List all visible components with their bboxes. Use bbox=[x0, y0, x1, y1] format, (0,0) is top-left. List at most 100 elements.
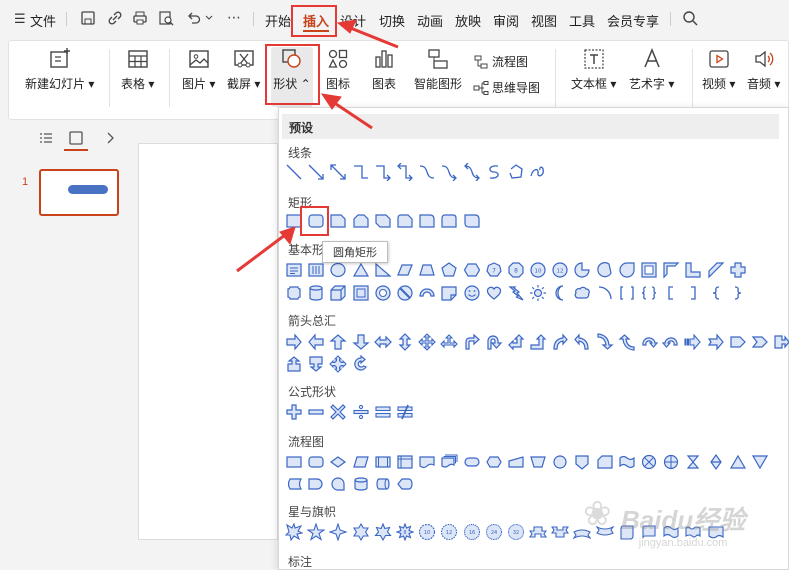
merge-shape-icon[interactable] bbox=[751, 453, 769, 471]
down-arrow-callout-shape-icon[interactable] bbox=[307, 355, 325, 373]
summing-junction-shape-icon[interactable] bbox=[640, 453, 658, 471]
smart-shape-button[interactable]: 智能图形 bbox=[414, 47, 462, 92]
tab-slideshow[interactable]: 放映 bbox=[455, 11, 481, 30]
triangle-shape-icon[interactable] bbox=[352, 261, 370, 279]
punched-card-shape-icon[interactable] bbox=[596, 453, 614, 471]
plus-shape-icon[interactable] bbox=[285, 403, 303, 421]
left-arrow-shape-icon[interactable] bbox=[307, 333, 325, 351]
data-shape-icon[interactable] bbox=[352, 453, 370, 471]
off-page-connector-shape-icon[interactable] bbox=[573, 453, 591, 471]
chord-shape-icon[interactable] bbox=[596, 261, 614, 279]
dodecagon-shape-icon[interactable]: 12 bbox=[551, 261, 569, 279]
preparation-shape-icon[interactable] bbox=[485, 453, 503, 471]
star-7-point-shape-icon[interactable] bbox=[374, 523, 392, 541]
alternate-process-shape-icon[interactable] bbox=[307, 453, 325, 471]
double-brace-shape-icon[interactable] bbox=[640, 284, 658, 302]
undo-icon[interactable] bbox=[186, 10, 202, 26]
outline-view-icon[interactable] bbox=[38, 130, 54, 146]
left-right-up-arrow-shape-icon[interactable] bbox=[440, 333, 459, 351]
plaque-shape-icon[interactable] bbox=[285, 284, 303, 302]
sort-shape-icon[interactable] bbox=[707, 453, 725, 471]
undo-dropdown-icon[interactable] bbox=[205, 15, 213, 21]
text-box-shape-icon[interactable] bbox=[285, 261, 303, 279]
elbow-double-arrow-shape-icon[interactable] bbox=[396, 163, 414, 181]
manual-input-shape-icon[interactable] bbox=[507, 453, 525, 471]
circular-left-arrow-shape-icon[interactable] bbox=[662, 333, 680, 351]
slide-canvas[interactable] bbox=[138, 143, 278, 540]
arc-shape-icon[interactable] bbox=[596, 284, 614, 302]
star-10-point-shape-icon[interactable]: 10 bbox=[418, 523, 436, 541]
tab-review[interactable]: 审阅 bbox=[493, 11, 519, 30]
slide-thumbnail[interactable] bbox=[39, 169, 119, 216]
wordart-button[interactable]: 艺术字 ▾ bbox=[629, 47, 674, 92]
slide-view-icon[interactable] bbox=[68, 130, 84, 146]
frame-shape-icon[interactable] bbox=[640, 261, 658, 279]
stored-data-shape-icon[interactable] bbox=[285, 475, 303, 493]
smiley-face-shape-icon[interactable] bbox=[463, 284, 481, 302]
right-bracket-shape-icon[interactable] bbox=[684, 284, 702, 302]
table-button[interactable]: 表格 ▾ bbox=[121, 47, 154, 92]
multidocument-shape-icon[interactable] bbox=[440, 453, 458, 471]
star-6-point-shape-icon[interactable] bbox=[352, 523, 370, 541]
heart-shape-icon[interactable] bbox=[485, 284, 503, 302]
donut-shape-icon[interactable] bbox=[374, 284, 392, 302]
double-bracket-shape-icon[interactable] bbox=[618, 284, 636, 302]
pie-shape-icon[interactable] bbox=[573, 261, 591, 279]
cloud-shape-icon[interactable] bbox=[573, 284, 591, 302]
scribble-shape-icon[interactable] bbox=[529, 163, 547, 181]
round-single-corner-rectangle-icon[interactable] bbox=[418, 212, 436, 230]
pentagon-shape-icon[interactable] bbox=[440, 261, 458, 279]
circular-arrow-shape-icon[interactable] bbox=[640, 333, 658, 351]
elbow-connector-shape-icon[interactable] bbox=[352, 163, 370, 181]
magnetic-disk-shape-icon[interactable] bbox=[352, 475, 370, 493]
search-icon[interactable] bbox=[682, 10, 698, 26]
hamburger-icon[interactable]: ☰ bbox=[14, 11, 26, 27]
chevron-shape-icon[interactable] bbox=[751, 333, 769, 351]
up-ribbon-shape-icon[interactable] bbox=[529, 523, 548, 541]
snip-single-corner-rectangle-icon[interactable] bbox=[329, 212, 347, 230]
heptagon-shape-icon[interactable]: 7 bbox=[485, 261, 503, 279]
bent-arrow-shape-icon[interactable] bbox=[463, 333, 481, 351]
flowchart-button[interactable]: 流程图 bbox=[473, 53, 528, 70]
quad-arrow-shape-icon[interactable] bbox=[418, 333, 436, 351]
can-shape-icon[interactable] bbox=[307, 284, 325, 302]
arrow-line-shape-icon[interactable] bbox=[307, 163, 325, 181]
picture-button[interactable]: 图片 ▾ bbox=[182, 47, 215, 92]
screenshot-button[interactable]: 截屏 ▾ bbox=[227, 47, 260, 92]
print-preview-icon[interactable] bbox=[158, 10, 174, 26]
u-turn-arrow-shape-icon[interactable] bbox=[485, 333, 503, 351]
terminator-shape-icon[interactable] bbox=[463, 453, 481, 471]
explosion-shape-icon[interactable] bbox=[285, 523, 303, 541]
link-icon[interactable] bbox=[107, 10, 123, 26]
up-arrow-callout-shape-icon[interactable] bbox=[285, 355, 303, 373]
curved-left-arrow-shape-icon[interactable] bbox=[573, 333, 591, 351]
vertical-text-box-shape-icon[interactable] bbox=[307, 261, 325, 279]
l-shape-icon[interactable] bbox=[684, 261, 702, 279]
down-ribbon-shape-icon[interactable] bbox=[551, 523, 570, 541]
connector-shape-icon[interactable] bbox=[551, 453, 569, 471]
teardrop-shape-icon[interactable] bbox=[618, 261, 636, 279]
left-bracket-shape-icon[interactable] bbox=[662, 284, 680, 302]
curved-arrow-connector-shape-icon[interactable] bbox=[440, 163, 458, 181]
sequential-access-storage-shape-icon[interactable] bbox=[329, 475, 347, 493]
up-arrow-shape-icon[interactable] bbox=[329, 333, 347, 351]
display-shape-icon[interactable] bbox=[396, 475, 414, 493]
tab-member[interactable]: 会员专享 bbox=[607, 11, 659, 30]
left-brace-shape-icon[interactable] bbox=[707, 284, 725, 302]
up-down-arrow-shape-icon[interactable] bbox=[396, 333, 414, 351]
curved-connector-shape-icon[interactable] bbox=[418, 163, 436, 181]
right-triangle-shape-icon[interactable] bbox=[374, 261, 392, 279]
round-diagonal-rectangle-icon[interactable] bbox=[463, 212, 481, 230]
star-16-point-shape-icon[interactable]: 16 bbox=[463, 523, 481, 541]
internal-storage-shape-icon[interactable] bbox=[396, 453, 414, 471]
striped-right-arrow-shape-icon[interactable] bbox=[684, 333, 702, 351]
new-slide-button[interactable]: 新建幻灯片 ▾ bbox=[25, 47, 94, 92]
line-shape-icon[interactable] bbox=[285, 163, 303, 181]
down-arrow-shape-icon[interactable] bbox=[351, 333, 370, 351]
left-right-arrow-shape-icon[interactable] bbox=[373, 333, 392, 351]
snip-same-side-rectangle-icon[interactable] bbox=[352, 212, 370, 230]
right-brace-shape-icon[interactable] bbox=[729, 284, 747, 302]
tab-home[interactable]: 开始 bbox=[265, 11, 291, 30]
half-frame-shape-icon[interactable] bbox=[662, 261, 680, 279]
decagon-shape-icon[interactable]: 10 bbox=[529, 261, 547, 279]
